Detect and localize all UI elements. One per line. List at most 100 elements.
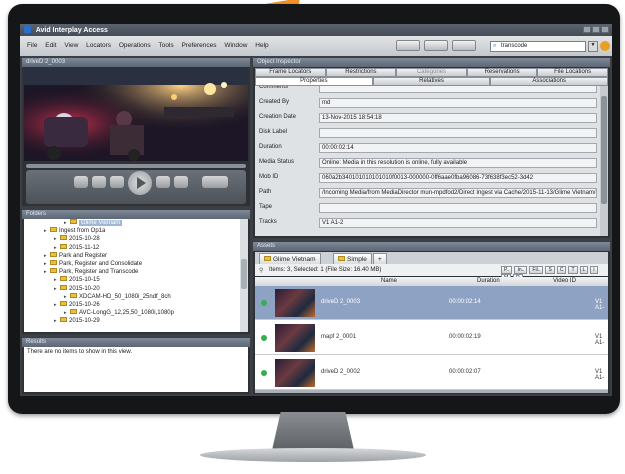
folder-tree-item[interactable]: ▸ XDCAM-HD_50_1080i_25ndf_8ch [24, 292, 240, 301]
tab-associations[interactable]: Associations [490, 77, 609, 86]
timeline-scrubber[interactable] [26, 164, 246, 168]
menu-help[interactable]: Help [252, 36, 271, 55]
property-value[interactable]: md [319, 98, 597, 108]
assets-toolbar-button[interactable]: L [579, 266, 589, 274]
folders-scroll-thumb[interactable] [241, 259, 247, 289]
column-name[interactable]: Name [381, 278, 397, 284]
title-bar: Avid Interplay Access [20, 24, 612, 36]
assets-toolbar-button[interactable]: Fil.. [529, 266, 544, 274]
menu-window[interactable]: Window [221, 36, 250, 55]
property-value[interactable]: 00:00:02:14 [319, 143, 597, 153]
property-row: Duration 00:00:02:14 [255, 140, 600, 156]
play-button[interactable] [128, 171, 152, 195]
pin-icon[interactable]: ⚲ [259, 267, 263, 274]
tab-file-locations[interactable]: File Locations [537, 68, 608, 77]
step-forward-button[interactable] [174, 176, 188, 188]
search-input[interactable]: ⌕ transcode [490, 41, 586, 52]
layout-button-3[interactable] [452, 40, 476, 51]
assets-toolbar-button[interactable]: S [545, 266, 555, 274]
minimize-button[interactable] [583, 26, 591, 33]
menu-view[interactable]: View [61, 36, 81, 55]
assets-title: Assets [253, 242, 610, 251]
asset-duration: 00:00:02:19 [449, 334, 481, 340]
property-value[interactable]: 13-Nov-2015 18:54:18 [319, 113, 597, 123]
menu-tools[interactable]: Tools [155, 36, 176, 55]
add-tab-button[interactable]: + [373, 253, 387, 264]
assets-toolbar-button[interactable]: P.. [501, 266, 513, 274]
inspector-tabs-row2: Properties Relatives Associations [255, 77, 609, 86]
property-key: Disk Label [259, 129, 288, 135]
menu-preferences[interactable]: Preferences [178, 36, 219, 55]
folder-tree-item[interactable]: ▸ 2015-10-26 [24, 300, 240, 309]
fast-forward-button[interactable] [156, 176, 170, 188]
folder-tree-item[interactable]: ▸ 2015-10-28 [24, 235, 240, 243]
folder-tree-item[interactable]: ▸ Glime Vietnam [24, 219, 240, 227]
folder-label: XDCAM-HD_50_1080i_25ndf_8ch [79, 293, 171, 300]
mark-in-out-button[interactable] [202, 176, 228, 188]
assets-horizontal-scrollbar[interactable] [255, 390, 608, 393]
menu-operations[interactable]: Operations [116, 36, 154, 55]
property-value[interactable]: 060a2b340101010101010f0013-000000-0ff6aa… [319, 173, 597, 183]
assets-toolbar-button[interactable]: C [556, 266, 567, 274]
tab-properties[interactable]: Properties [255, 77, 373, 86]
online-status-icon [261, 370, 267, 376]
folder-tree-item[interactable]: ▸ 2015-11-12 [24, 243, 240, 252]
help-icon[interactable] [600, 41, 610, 51]
folder-tree-item[interactable]: ▸ 2015-10-29 [24, 317, 240, 325]
folder-icon [70, 219, 77, 224]
rewind-button[interactable] [110, 176, 124, 188]
menu-file[interactable]: File [24, 36, 40, 55]
property-value[interactable]: V1 A1-2 [319, 218, 597, 228]
folder-tree-item[interactable]: ▸ 2015-10-20 [24, 284, 240, 293]
layout-button-1[interactable] [396, 40, 420, 51]
maximize-button[interactable] [592, 26, 600, 33]
tab-restrictions[interactable]: Restrictions [325, 68, 397, 77]
assets-toolbar-button[interactable]: In.. [514, 266, 528, 274]
search-dropdown-button[interactable]: ▼ [588, 41, 598, 52]
folder-label: 2015-10-26 [69, 301, 100, 308]
tab-relatives[interactable]: Relatives [372, 77, 491, 86]
folder-tree-item[interactable]: ▸ 2015-10-15 [24, 276, 240, 284]
folder-icon [50, 259, 57, 265]
close-button[interactable] [601, 26, 609, 33]
monitor-bezel: Avid Interplay Access File Edit View Loc… [8, 4, 620, 414]
properties-scrollbar[interactable] [600, 86, 608, 236]
player-title: driveD 2_0003 [22, 58, 250, 67]
menu-edit[interactable]: Edit [42, 36, 59, 55]
folder-label: Glime Vietnam [79, 220, 123, 226]
tab-reservations[interactable]: Reservations [466, 68, 538, 77]
folder-tree-item[interactable]: ▸ AVC-LongG_12,25,50_1080i,1080p [24, 309, 240, 317]
property-value[interactable] [319, 86, 597, 93]
column-duration[interactable]: Duration [477, 278, 500, 284]
step-back-button[interactable] [92, 176, 106, 188]
asset-thumbnail[interactable] [275, 289, 315, 317]
window-controls [582, 26, 609, 35]
menu-locators[interactable]: Locators [83, 36, 114, 55]
property-value[interactable]: Online: Media in this resolution is onli… [319, 158, 597, 168]
previous-button[interactable] [74, 176, 88, 188]
property-value[interactable] [319, 203, 597, 213]
assets-toolbar-button[interactable]: T [568, 266, 578, 274]
folder-tree-item[interactable]: ▸ Park and Register [24, 251, 240, 260]
tab-glime-vietnam[interactable]: Glime Vietnam [259, 253, 321, 264]
left-column: driveD 2_0003 Folders ▸ Glime Vietnam ▸ … [22, 58, 250, 394]
asset-row[interactable]: driveD 2_0003 00:00:02:14 V1 A1- [255, 286, 608, 320]
column-video-id[interactable]: Video ID [553, 278, 576, 284]
folder-tree-item[interactable]: ▸ Park, Register and Transcode [24, 268, 240, 276]
layout-button-2[interactable] [424, 40, 448, 51]
folder-tree-item[interactable]: ▸ Park, Register and Consolidate [24, 259, 240, 268]
asset-thumbnail[interactable] [275, 324, 315, 352]
asset-row[interactable]: driveD 2_0002 00:00:02:07 V1 A1- [255, 356, 608, 390]
folder-tree-item[interactable]: ▸ Ingest from Op1a [24, 227, 240, 235]
tab-categories[interactable]: Categories [396, 68, 467, 77]
tab-frame-locators[interactable]: Frame Locators [255, 68, 326, 77]
properties-scroll-thumb[interactable] [601, 96, 607, 204]
asset-thumbnail[interactable] [275, 359, 315, 387]
folders-scrollbar[interactable] [240, 219, 248, 332]
property-value[interactable]: /Incoming Media/from MediaDirector mun-m… [319, 188, 597, 198]
property-value[interactable] [319, 128, 597, 138]
results-body: There are no items to show in this view. [24, 347, 248, 392]
asset-row[interactable]: mapf 2_0001 00:00:02:19 V1 A1- [255, 321, 608, 355]
tab-simple[interactable]: Simple [333, 253, 372, 264]
assets-toolbar-button[interactable]: I [590, 266, 598, 274]
